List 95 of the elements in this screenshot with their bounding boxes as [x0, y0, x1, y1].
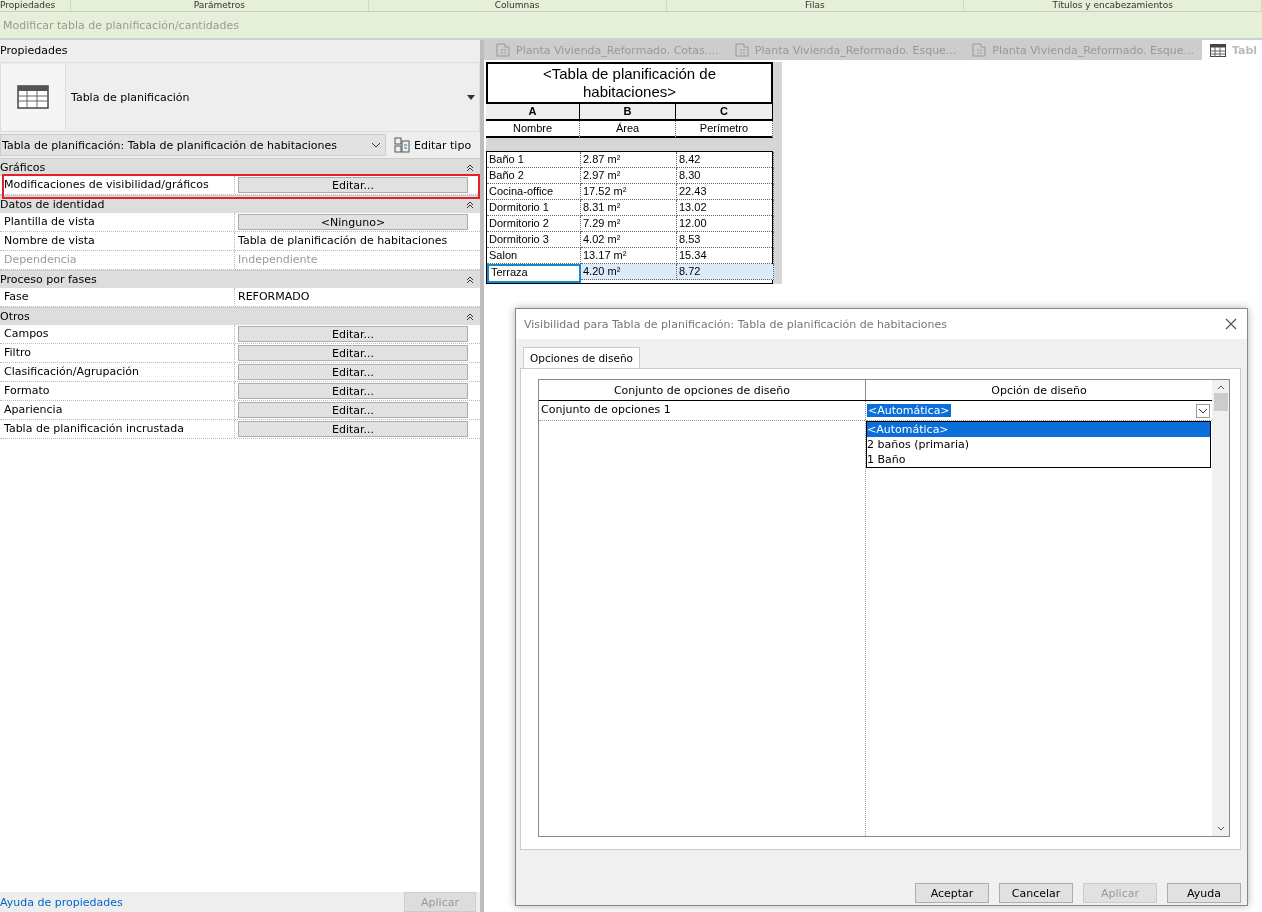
section-title: Gráficos — [0, 161, 46, 174]
property-label: Formato — [0, 382, 235, 400]
table-cell[interactable]: 8.72 — [677, 264, 774, 280]
ribbon-panel-title: Parámetros — [71, 0, 369, 11]
edit-type-icon — [394, 137, 410, 153]
table-cell: Conjunto de opciones 1 — [539, 401, 865, 421]
plan-view-icon — [734, 43, 749, 57]
instance-dropdown[interactable]: Tabla de planificación: Tabla de planificación de habitaciones — [0, 134, 386, 156]
property-label: Filtro — [0, 344, 235, 362]
table-icon — [1209, 43, 1226, 57]
property-value: Independiente — [238, 252, 318, 268]
dialog-button[interactable]: Cancelar — [999, 883, 1073, 903]
property-label: Modificaciones de visibilidad/gráficos — [0, 176, 235, 194]
property-label: Dependencia — [0, 251, 235, 269]
column-header: Conjunto de opciones de diseño — [539, 380, 866, 400]
schedule-title: <Tabla de planificación de habitaciones> — [486, 62, 773, 104]
scroll-thumb[interactable] — [1213, 393, 1228, 411]
chevron-icon — [371, 142, 381, 148]
column-header: Área — [580, 121, 676, 138]
table-cell[interactable]: Dormitorio 3 — [487, 232, 581, 248]
ribbon-panel-title: Filas — [666, 0, 965, 11]
ribbon-panel-title: Títulos y encabezamientos — [964, 0, 1262, 11]
close-icon[interactable] — [1225, 318, 1237, 330]
column-header: Opción de diseño — [990, 382, 1088, 399]
edit-button[interactable]: Editar... — [238, 383, 468, 399]
ribbon-panel-title: Propiedades — [0, 0, 71, 11]
edit-button[interactable]: Editar... — [238, 421, 468, 437]
collapse-icon[interactable] — [466, 163, 474, 172]
edit-button[interactable]: <Ninguno> — [238, 214, 468, 230]
table-cell[interactable]: Terraza — [487, 264, 581, 283]
help-link[interactable]: Ayuda de propiedades — [0, 895, 123, 909]
property-label: Nombre de vista — [0, 232, 235, 250]
table-cell[interactable]: 12.00 — [677, 216, 774, 232]
collapse-icon[interactable] — [466, 200, 474, 209]
scroll-up-icon[interactable] — [1215, 383, 1226, 391]
dropdown-option[interactable]: <Automática> — [867, 422, 1210, 437]
edit-button[interactable]: Editar... — [238, 326, 468, 342]
dialog-button[interactable]: Aceptar — [915, 883, 989, 903]
column-header: Perímetro — [676, 121, 773, 138]
table-cell[interactable]: Dormitorio 1 — [487, 200, 581, 216]
table-cell[interactable]: 8.42 — [677, 152, 774, 168]
table-cell[interactable]: Baño 2 — [487, 168, 581, 184]
property-label: Clasificación/Agrupación — [0, 363, 235, 381]
ribbon-panel-title: Columnas — [368, 0, 667, 11]
collapse-icon[interactable] — [466, 312, 474, 321]
table-cell[interactable]: 17.52 m² — [581, 184, 677, 200]
property-label: Plantilla de vista — [0, 213, 235, 231]
dialog-button[interactable]: Ayuda — [1167, 883, 1241, 903]
table-cell[interactable]: 8.30 — [677, 168, 774, 184]
plan-view-icon — [972, 43, 987, 57]
table-cell[interactable]: 2.87 m² — [581, 152, 677, 168]
table-cell[interactable]: 22.43 — [677, 184, 774, 200]
panel-title: Propiedades — [0, 40, 480, 62]
type-selector[interactable]: Tabla de planificación — [0, 62, 480, 132]
property-value: Tabla de planificación de habitaciones — [238, 233, 448, 249]
chevron-icon — [1196, 403, 1210, 418]
table-cell[interactable]: 2.97 m² — [581, 168, 677, 184]
option-dropdown[interactable]: <Automática> — [866, 401, 1212, 421]
table-cell[interactable]: 8.31 m² — [581, 200, 677, 216]
edit-button[interactable]: Editar... — [238, 364, 468, 380]
section-title: Proceso por fases — [0, 273, 97, 286]
table-cell[interactable]: 7.29 m² — [581, 216, 677, 232]
scrollbar[interactable] — [1212, 380, 1229, 836]
table-cell[interactable]: Dormitorio 2 — [487, 216, 581, 232]
edit-button[interactable]: Editar... — [238, 402, 468, 418]
table-cell[interactable]: Cocina-office — [487, 184, 581, 200]
property-label: Apariencia — [0, 401, 235, 419]
column-letter[interactable]: C — [676, 104, 773, 121]
context-title: Modificar tabla de planificación/cantidades — [3, 18, 239, 32]
plan-view-icon — [496, 43, 510, 57]
collapse-icon[interactable] — [466, 275, 474, 284]
section-title: Otros — [0, 310, 30, 323]
property-label: Tabla de planificación incrustada — [0, 420, 235, 438]
column-letter[interactable]: B — [580, 104, 676, 121]
section-title: Datos de identidad — [0, 198, 105, 211]
scroll-down-icon[interactable] — [1215, 825, 1226, 833]
property-label: Campos — [0, 325, 235, 343]
table-icon — [17, 85, 49, 109]
column-header: Nombre — [486, 121, 580, 138]
dialog-tab[interactable]: Opciones de diseño — [523, 347, 641, 368]
caret-icon — [467, 95, 475, 100]
property-label: Fase — [0, 288, 235, 306]
dropdown-option[interactable]: 2 baños (primaria) — [867, 437, 1210, 452]
property-value: REFORMADO — [238, 289, 310, 305]
table-cell[interactable]: Baño 1 — [487, 152, 581, 168]
table-cell[interactable]: 8.53 — [677, 232, 774, 248]
table-cell[interactable]: 4.20 m² — [581, 264, 677, 280]
dropdown-option[interactable]: 1 Baño — [867, 452, 1210, 467]
table-cell[interactable]: 13.02 — [677, 200, 774, 216]
table-cell[interactable]: 4.02 m² — [581, 232, 677, 248]
edit-button[interactable]: Editar... — [238, 345, 468, 361]
column-letter[interactable]: A — [486, 104, 580, 121]
dialog-title: Visibilidad para Tabla de planificación: Tabla de planificación de habitaciones — [524, 317, 947, 331]
edit-button[interactable]: Editar... — [238, 177, 468, 193]
edit-type-button[interactable]: Editar tipo — [390, 137, 476, 153]
